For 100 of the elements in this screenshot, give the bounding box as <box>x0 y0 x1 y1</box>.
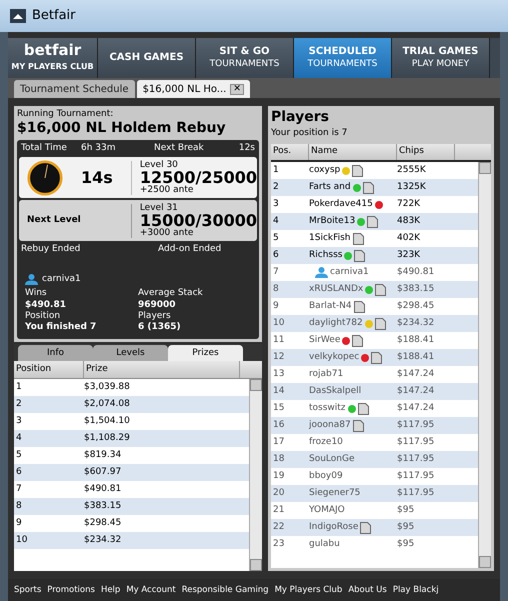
level-blinds: 12500/25000 <box>140 170 257 186</box>
table-cell-text: 21 <box>272 504 286 517</box>
table-cell-text: $117.95 <box>397 418 434 432</box>
note-icon <box>360 522 372 534</box>
player-name: Richsss <box>309 248 342 262</box>
player-name: Farts and <box>309 180 351 194</box>
player-name: SouLonGe <box>309 452 355 466</box>
close-button[interactable]: ✕ <box>230 84 244 94</box>
player-name: YOMAJO <box>309 504 345 517</box>
player-name: coxysp <box>309 164 340 177</box>
table-cell-text: 19 <box>272 470 286 483</box>
level-number: Level 30 <box>140 160 179 170</box>
footer-link[interactable]: Sports <box>14 584 42 596</box>
table-cell-text: 10 <box>15 534 28 547</box>
footer-link[interactable]: Play Blackj <box>392 584 439 596</box>
players-title: Players <box>271 109 330 126</box>
user-icon <box>315 267 328 278</box>
stat-label: Average Stack <box>138 288 204 300</box>
table-cell-text: 14 <box>272 384 286 398</box>
table-cell-text: $147.24 <box>397 402 434 415</box>
info-tab[interactable]: Levels <box>93 345 168 362</box>
nav-tab[interactable]: TRIAL GAMES PLAY MONEY <box>392 38 490 78</box>
player-name: rojab71 <box>309 368 344 381</box>
footer-link[interactable]: My Account <box>126 584 176 596</box>
table-cell-text: $383.15 <box>84 500 122 513</box>
column-header[interactable]: Position <box>14 361 84 378</box>
window-title: Betfair <box>32 7 76 26</box>
table-cell-text: 1 <box>272 164 280 177</box>
table-cell-text: 4 <box>15 432 23 445</box>
nav-tab[interactable]: CASH GAMES <box>98 38 196 78</box>
app-icon <box>10 9 26 23</box>
table-cell-text: $2,074.08 <box>84 398 130 411</box>
stat-label: Position <box>25 310 62 322</box>
footer-link[interactable]: My Players Club <box>274 584 342 596</box>
level-ante: +2500 ante <box>140 186 194 195</box>
player-name: velkykopec <box>309 350 360 364</box>
next-level-label: Next Level <box>26 214 82 227</box>
tournament-name: $16,000 NL Holdem Rebuy <box>17 120 227 138</box>
scrollbar[interactable] <box>478 162 491 568</box>
note-icon <box>352 164 364 176</box>
table-cell-text: $95 <box>397 504 414 517</box>
table-cell-text: 5 <box>15 449 23 462</box>
table-cell-text: $490.81 <box>84 483 122 496</box>
footer-link[interactable]: About Us <box>348 584 387 596</box>
table-cell-text: $95 <box>397 520 414 534</box>
table-cell-text: 1 <box>15 381 23 394</box>
table-cell-text: 8 <box>15 500 23 513</box>
footer-link[interactable]: Responsible Gaming <box>182 584 269 596</box>
brand-logo[interactable]: betfair MY PLAYERS CLUB <box>8 38 98 78</box>
countdown: 14s <box>80 166 114 189</box>
note-icon <box>367 216 378 228</box>
note-icon <box>352 420 364 432</box>
note-icon <box>362 182 374 194</box>
table-cell-text: $819.34 <box>84 449 122 462</box>
column-header[interactable]: Prize <box>84 361 240 378</box>
column-header[interactable]: Pos. <box>271 144 309 160</box>
table-cell-text: $234.32 <box>397 316 434 330</box>
table-cell-text: $147.24 <box>397 384 434 398</box>
table-cell-text: 18 <box>272 452 286 466</box>
document-tab[interactable]: $16,000 NL Ho... ✕ <box>136 80 250 98</box>
document-tab[interactable]: Tournament Schedule <box>14 80 135 98</box>
footer-link[interactable]: Promotions <box>47 584 95 596</box>
addon-status: Add-on Ended <box>158 243 222 256</box>
footer-link[interactable]: Help <box>100 584 120 596</box>
next-break-value: 12s <box>238 142 255 155</box>
table-cell-text: $3,039.88 <box>84 381 130 394</box>
table-cell-text: 20 <box>272 486 286 500</box>
table-cell-text: $298.45 <box>84 517 122 530</box>
note-icon <box>358 402 369 414</box>
player-name: SirWee <box>309 334 340 347</box>
table-cell-text: $117.95 <box>397 470 434 483</box>
note-icon <box>374 318 386 330</box>
table-cell-text: 5 <box>272 232 280 245</box>
info-tab[interactable]: Info <box>18 345 93 362</box>
info-tab[interactable]: Prizes <box>168 345 243 362</box>
level-blinds: 15000/30000 <box>140 212 257 229</box>
table-cell-text: 22 <box>272 520 286 534</box>
rebuy-status: Rebuy Ended <box>21 243 82 256</box>
nav-tab[interactable]: SIT & GO TOURNAMENTS <box>196 38 294 78</box>
scrollbar[interactable] <box>249 379 262 571</box>
player-name: Siegener75 <box>309 486 360 500</box>
table-cell-text: 1325K <box>397 180 426 194</box>
stat-value: 969000 <box>138 300 177 311</box>
player-name: daylight782 <box>309 316 363 330</box>
table-cell-text: 12 <box>272 350 286 364</box>
column-header[interactable]: Chips <box>397 144 455 160</box>
table-cell-text: $490.81 <box>397 266 434 279</box>
nav-tab[interactable]: SCHEDULED TOURNAMENTS <box>294 38 392 78</box>
column-header[interactable]: Name <box>309 144 397 160</box>
next-break-label: Next Break <box>154 142 205 155</box>
player-name: IndigoRose <box>309 520 358 534</box>
brand-subtitle: MY PLAYERS CLUB <box>11 61 94 73</box>
table-cell-text: $117.95 <box>397 452 434 466</box>
stat-value: 6 (1365) <box>138 322 182 334</box>
table-cell-text: $117.95 <box>397 486 434 500</box>
table-cell-text: 10 <box>272 316 286 330</box>
table-cell-text: 722K <box>397 198 420 211</box>
stat-label: Players <box>138 310 172 322</box>
brand-name: betfair <box>24 43 82 58</box>
user-icon <box>25 274 38 285</box>
